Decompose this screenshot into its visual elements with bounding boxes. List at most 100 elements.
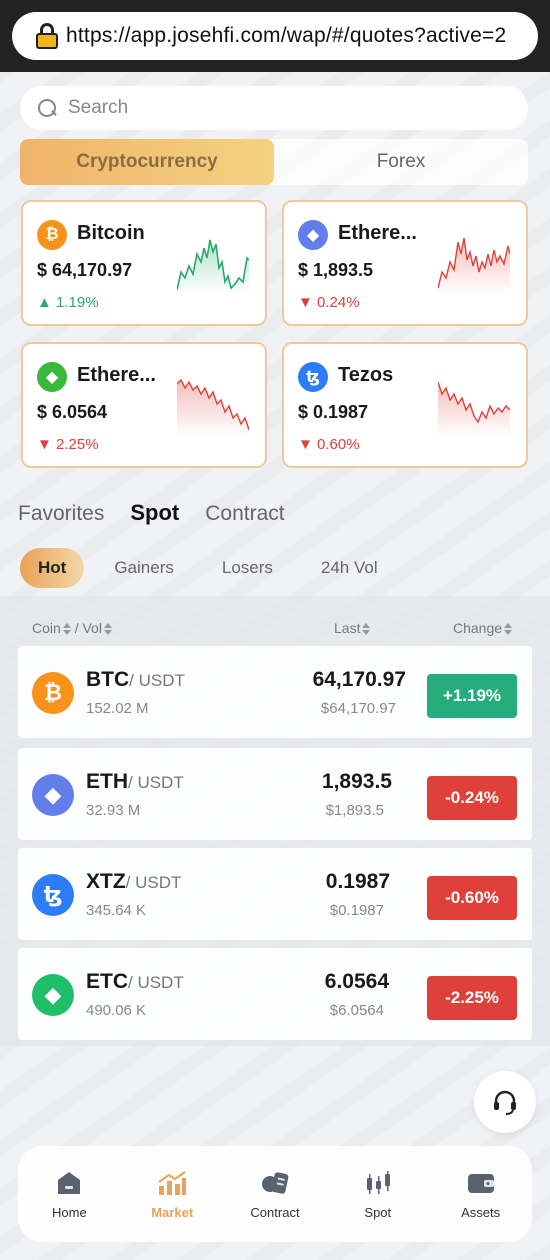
sparkline-chart [438, 381, 510, 436]
quote-row-btc[interactable]: ₿ BTC/ USDT 152.02 M 64,170.97 $64,170.9… [18, 646, 532, 738]
lock-icon [36, 23, 58, 49]
last-price-usd: $1,893.5 [325, 802, 384, 819]
bitcoin-icon: ₿ [37, 220, 67, 250]
filter-tabs: Hot Gainers Losers 24h Vol [20, 548, 426, 588]
base-symbol: ETC [86, 970, 128, 993]
quote-symbol: / USDT [129, 671, 185, 690]
nav-label: Contract [250, 1204, 300, 1220]
bottom-navigation: Home Market Contract Spot Assets [18, 1146, 532, 1242]
last-price-usd: $0.1987 [329, 902, 384, 919]
home-icon [54, 1169, 84, 1197]
card-change-value: 2.25% [56, 436, 99, 453]
sparkline-chart [177, 239, 249, 294]
volume: 490.06 K [86, 1002, 147, 1019]
pair-symbol: XTZ/ USDT [86, 870, 181, 894]
search-input[interactable]: Search [20, 86, 528, 130]
nav-assets[interactable]: Assets [429, 1146, 532, 1242]
card-change: ▲ 1.19% [37, 294, 99, 311]
nav-label: Home [52, 1204, 87, 1220]
card-price: $ 6.0564 [37, 402, 108, 422]
change-badge: -0.60% [427, 876, 517, 920]
ethereum-icon: ◆ [298, 220, 328, 250]
volume: 32.93 M [86, 802, 141, 819]
market-tabs: Favorites Spot Contract [18, 500, 285, 526]
card-change: ▼ 2.25% [37, 436, 99, 453]
url-text[interactable]: https://app.josehfi.com/wap/#/quotes?act… [66, 24, 506, 48]
browser-bar: https://app.josehfi.com/wap/#/quotes?act… [0, 0, 550, 72]
filter-gainers[interactable]: Gainers [114, 558, 174, 578]
change-badge: -0.24% [427, 776, 517, 820]
filter-losers[interactable]: Losers [222, 558, 273, 578]
nav-home[interactable]: Home [18, 1146, 121, 1242]
coin-card-ethereum-classic[interactable]: ◆ Ethere... $ 6.0564 ▼ 2.25% [21, 342, 267, 468]
sort-change[interactable]: Change [453, 620, 513, 636]
last-price: 64,170.97 [312, 668, 406, 691]
header-last: Last [334, 620, 361, 636]
customer-support-button[interactable] [474, 1071, 536, 1133]
last-price: 6.0564 [324, 970, 389, 993]
last-price-usd: $6.0564 [329, 1002, 384, 1019]
sparkline-chart [438, 237, 510, 294]
coin-card-tezos[interactable]: ꜩ Tezos $ 0.1987 ▼ 0.60% [282, 342, 528, 468]
nav-market[interactable]: Market [121, 1146, 224, 1242]
nav-contract[interactable]: Contract [224, 1146, 327, 1242]
search-icon [38, 99, 56, 117]
coin-card-ethereum[interactable]: ◆ Ethere... $ 1,893.5 ▼ 0.24% [282, 200, 528, 326]
contract-icon [260, 1169, 290, 1197]
change-badge: -2.25% [427, 976, 517, 1020]
ethereum-classic-icon: ◆ [37, 362, 67, 392]
sparkline-chart [177, 378, 249, 436]
nav-spot[interactable]: Spot [326, 1146, 429, 1242]
sort-coin-vol[interactable]: Coin / Vol [32, 620, 112, 636]
change-badge: +1.19% [427, 674, 517, 718]
tezos-icon: ꜩ [32, 874, 74, 916]
down-arrow-icon: ▼ [298, 294, 318, 311]
quote-row-eth[interactable]: ◆ ETH/ USDT 32.93 M 1,893.5 $1,893.5 -0.… [18, 748, 532, 840]
quote-symbol: / USDT [125, 873, 182, 892]
list-header: Coin / Vol Last Change [0, 620, 550, 640]
sort-last[interactable]: Last [334, 620, 371, 636]
volume: 345.64 K [86, 902, 147, 919]
down-arrow-icon: ▼ [37, 436, 57, 453]
nav-label: Assets [461, 1204, 501, 1220]
market-icon [157, 1169, 187, 1197]
sort-icon [504, 623, 513, 636]
quote-row-xtz[interactable]: ꜩ XTZ/ USDT 345.64 K 0.1987 $0.1987 -0.6… [18, 848, 532, 940]
pair-symbol: ETC/ USDT [86, 970, 184, 994]
header-change: Change [453, 620, 503, 636]
card-change-value: 1.19% [56, 294, 99, 311]
tezos-icon: ꜩ [298, 362, 328, 392]
card-name: Bitcoin [77, 222, 145, 244]
ethereum-classic-icon: ◆ [32, 974, 74, 1016]
sort-icon [62, 623, 71, 636]
address-bar[interactable]: https://app.josehfi.com/wap/#/quotes?act… [12, 12, 538, 60]
tab-contract[interactable]: Contract [205, 502, 284, 526]
tab-spot[interactable]: Spot [130, 500, 179, 526]
category-tabs: Cryptocurrency Forex [20, 139, 528, 185]
card-change: ▼ 0.60% [298, 436, 360, 453]
card-change-value: 0.60% [317, 436, 360, 453]
up-arrow-icon: ▲ [37, 294, 57, 311]
bitcoin-icon: ₿ [32, 672, 74, 714]
quote-row-etc[interactable]: ◆ ETC/ USDT 490.06 K 6.0564 $6.0564 -2.2… [18, 948, 532, 1040]
tab-cryptocurrency[interactable]: Cryptocurrency [20, 139, 274, 185]
ethereum-icon: ◆ [32, 774, 74, 816]
pair-symbol: ETH/ USDT [86, 770, 184, 794]
tab-favorites[interactable]: Favorites [18, 502, 104, 526]
base-symbol: XTZ [86, 870, 126, 893]
coin-card-bitcoin[interactable]: ₿ Bitcoin $ 64,170.97 ▲ 1.19% [21, 200, 267, 326]
filter-24h-vol[interactable]: 24h Vol [321, 558, 378, 578]
filter-hot[interactable]: Hot [20, 548, 85, 588]
tab-forex[interactable]: Forex [274, 139, 528, 185]
card-change-value: 0.24% [317, 294, 360, 311]
spot-candlestick-icon [363, 1169, 393, 1197]
nav-label: Spot [364, 1204, 392, 1220]
quote-symbol: / USDT [128, 773, 184, 792]
down-arrow-icon: ▼ [298, 436, 318, 453]
card-price: $ 0.1987 [298, 402, 369, 422]
card-name: Ethere... [77, 364, 156, 386]
volume: 152.02 M [86, 700, 149, 717]
pair-symbol: BTC/ USDT [86, 668, 185, 692]
last-price: 1,893.5 [321, 770, 392, 793]
card-change: ▼ 0.24% [298, 294, 360, 311]
